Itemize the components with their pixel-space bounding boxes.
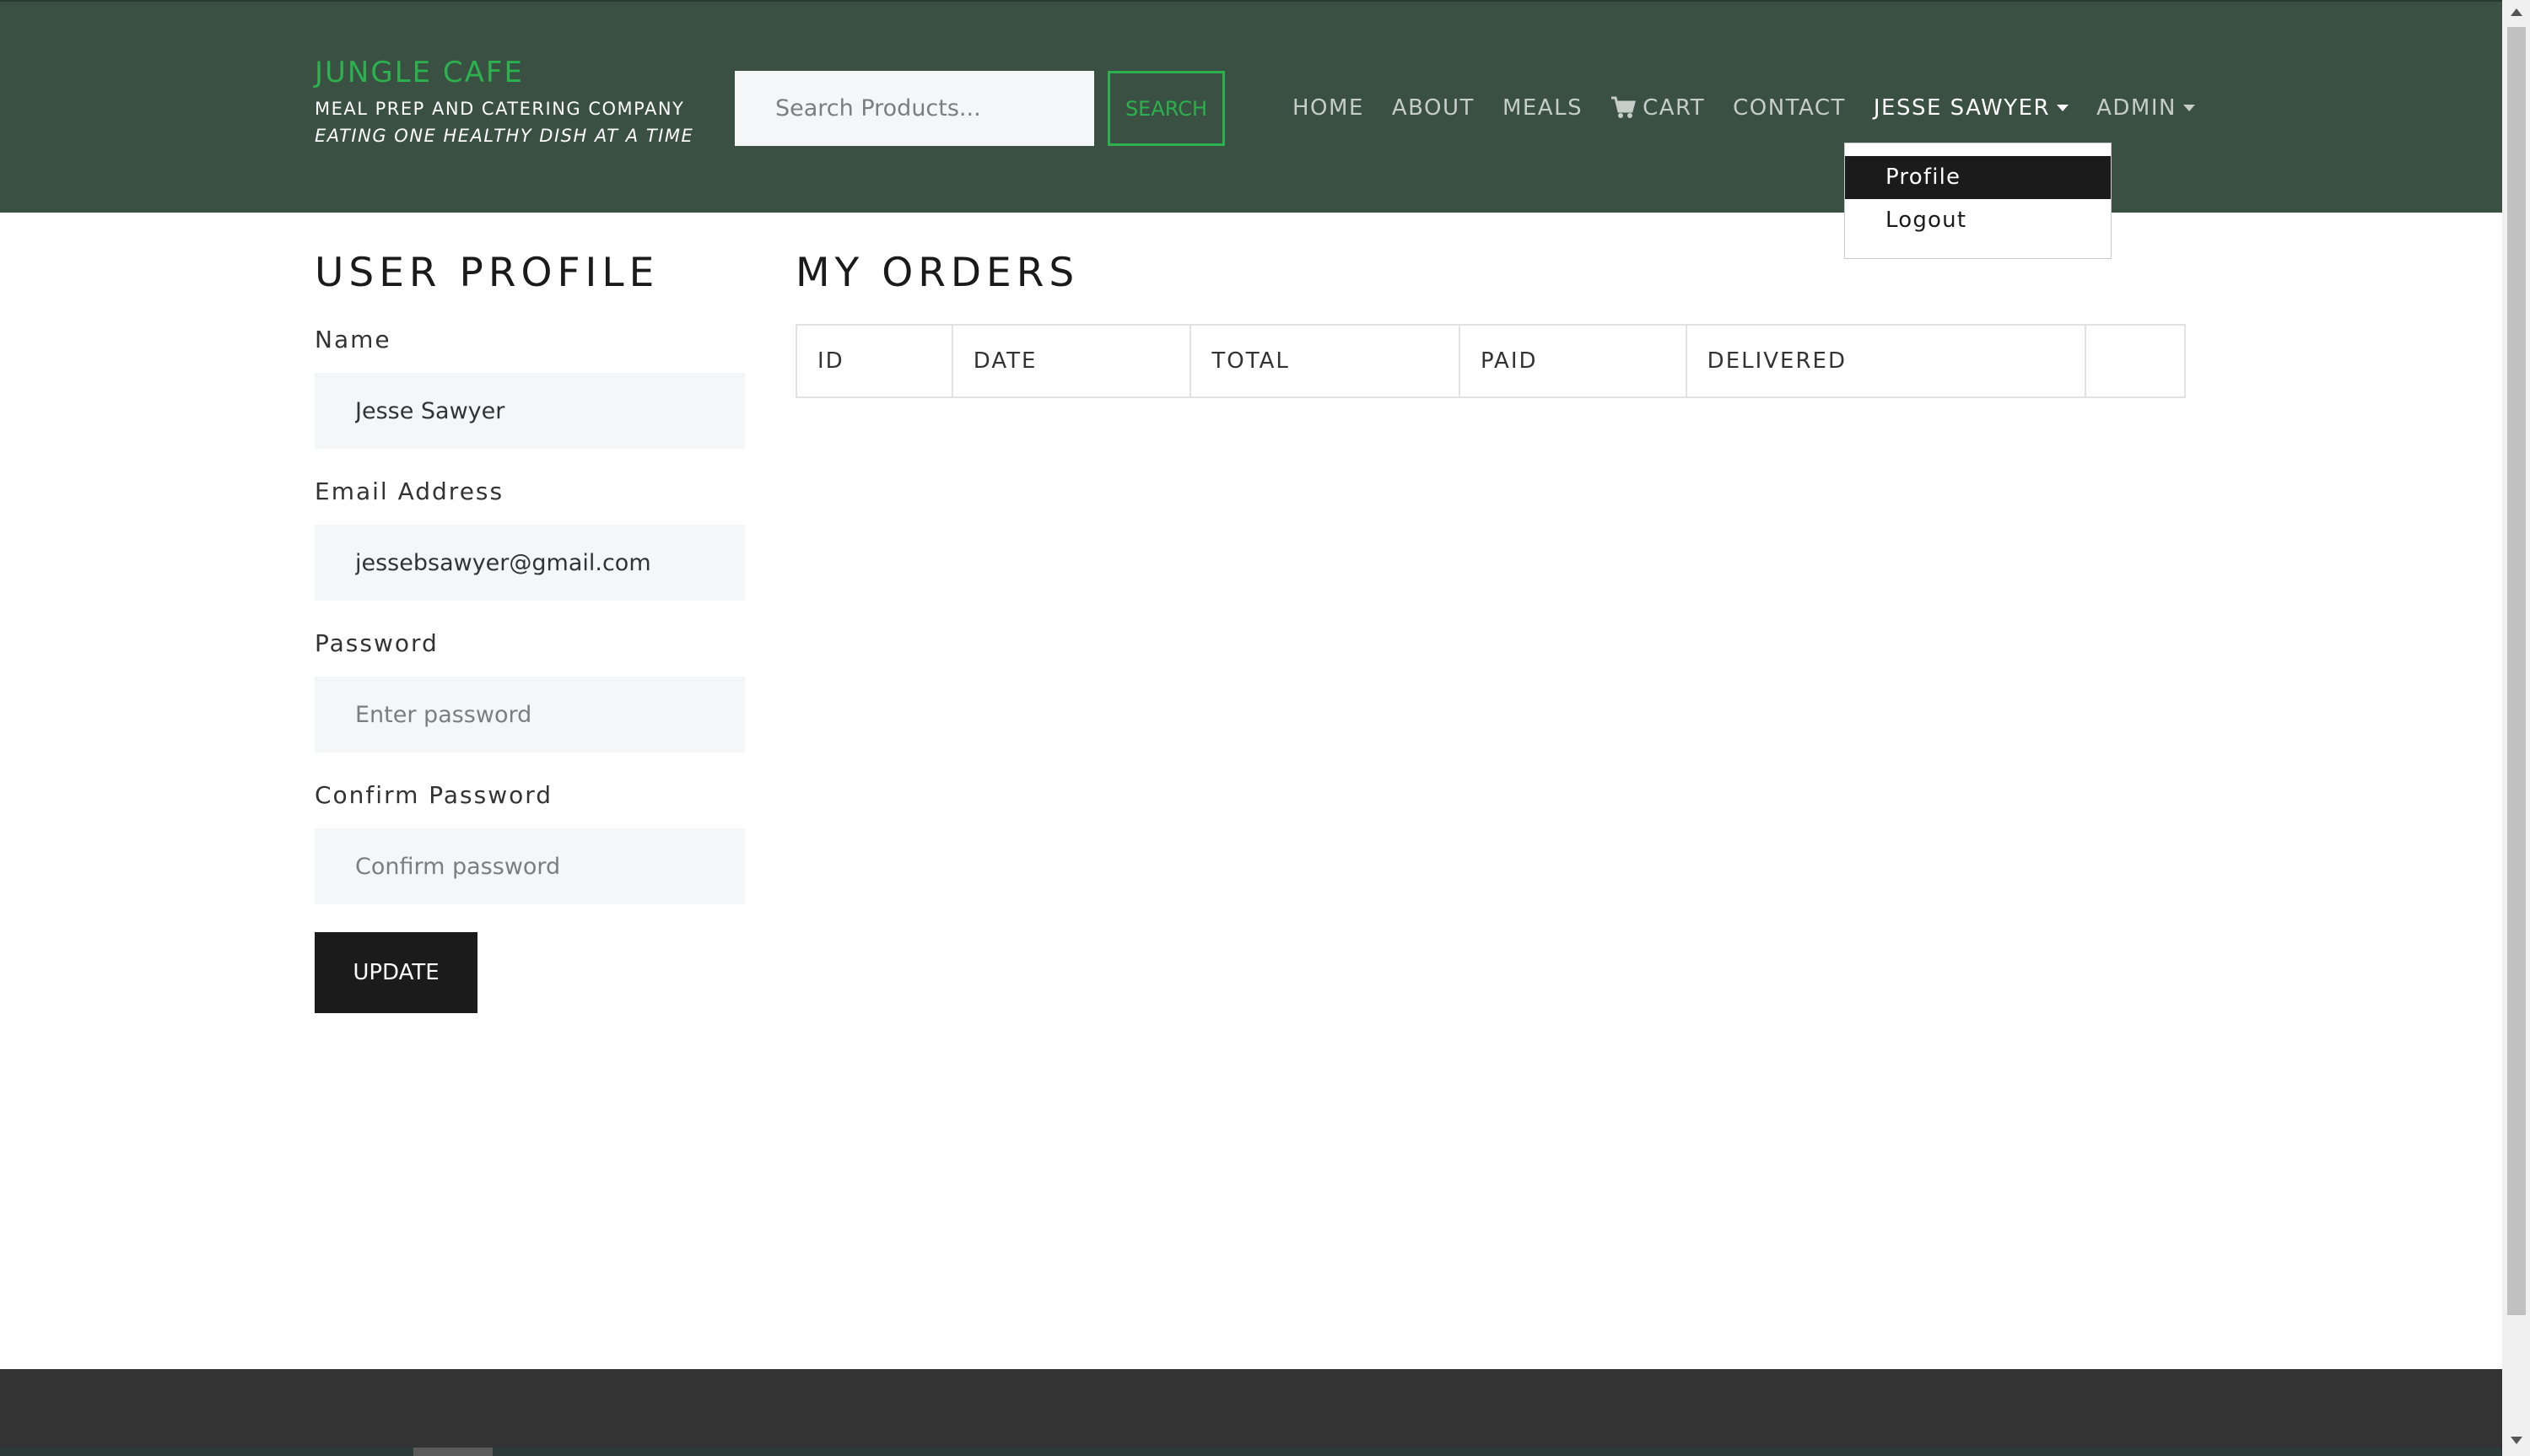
name-field[interactable]	[315, 373, 745, 449]
password-field[interactable]	[315, 677, 745, 752]
brand-subtitle: MEAL PREP AND CATERING COMPANY	[315, 99, 685, 119]
name-label: Name	[315, 326, 391, 353]
nav-user-menu[interactable]: JESSE SAWYER	[1874, 93, 2069, 123]
nav-about[interactable]: ABOUT	[1392, 93, 1475, 123]
update-button[interactable]: UPDATE	[315, 932, 477, 1013]
caret-down-icon	[2182, 105, 2195, 111]
orders-table: ID DATE TOTAL PAID DELIVERED	[796, 324, 2186, 398]
confirm-password-label: Confirm Password	[315, 781, 553, 809]
brand-tagline: EATING ONE HEALTHY DISH AT A TIME	[315, 126, 694, 146]
footer	[0, 1369, 2502, 1456]
nav-home[interactable]: HOME	[1292, 93, 1364, 123]
email-label: Email Address	[315, 477, 504, 505]
column-header-total: TOTAL	[1189, 324, 1461, 398]
scroll-down-arrow-icon[interactable]	[2511, 1437, 2522, 1444]
column-header-paid: PAID	[1459, 324, 1687, 398]
brand-name[interactable]: JUNGLE CAFE	[315, 54, 693, 91]
navbar: JUNGLE CAFE MEAL PREP AND CATERING COMPA…	[0, 0, 2502, 213]
orders-header-row: ID DATE TOTAL PAID DELIVERED	[796, 324, 2186, 398]
vertical-scrollbar[interactable]	[2502, 0, 2530, 1456]
nav-cart-label: CART	[1643, 95, 1706, 121]
nav-admin-menu[interactable]: ADMIN	[2096, 93, 2195, 123]
column-header-delivered: DELIVERED	[1685, 324, 2087, 398]
email-field[interactable]	[315, 525, 745, 601]
column-header-date: DATE	[951, 324, 1192, 398]
footer-highlight	[413, 1448, 493, 1456]
user-dropdown-menu: Profile Logout	[1844, 143, 2112, 259]
search-input[interactable]	[735, 71, 1094, 146]
search-button[interactable]: SEARCH	[1108, 71, 1225, 146]
main-nav: HOME ABOUT MEALS CART CONTACT JESSE SAWY…	[1292, 93, 2223, 123]
menu-item-logout[interactable]: Logout	[1845, 199, 2111, 242]
page: JUNGLE CAFE MEAL PREP AND CATERING COMPA…	[0, 0, 2502, 1456]
brand[interactable]: JUNGLE CAFE MEAL PREP AND CATERING COMPA…	[315, 54, 693, 148]
menu-item-profile[interactable]: Profile	[1845, 156, 2111, 199]
nav-admin-label: ADMIN	[2096, 95, 2177, 121]
password-label: Password	[315, 629, 439, 657]
confirm-password-field[interactable]	[315, 828, 745, 904]
column-header-actions	[2085, 324, 2186, 398]
scroll-up-arrow-icon[interactable]	[2511, 8, 2522, 16]
my-orders-title: MY ORDERS	[796, 250, 1080, 296]
column-header-id: ID	[796, 324, 953, 398]
user-profile-title: USER PROFILE	[315, 250, 660, 296]
scrollbar-thumb[interactable]	[2507, 27, 2526, 1315]
nav-meals[interactable]: MEALS	[1502, 93, 1583, 123]
caret-down-icon	[2057, 105, 2069, 111]
nav-cart[interactable]: CART	[1610, 93, 1705, 123]
nav-user-label: JESSE SAWYER	[1873, 95, 2051, 121]
nav-contact[interactable]: CONTACT	[1733, 93, 1846, 123]
footer-strip	[0, 1448, 2502, 1456]
shopping-cart-icon	[1611, 96, 1637, 118]
